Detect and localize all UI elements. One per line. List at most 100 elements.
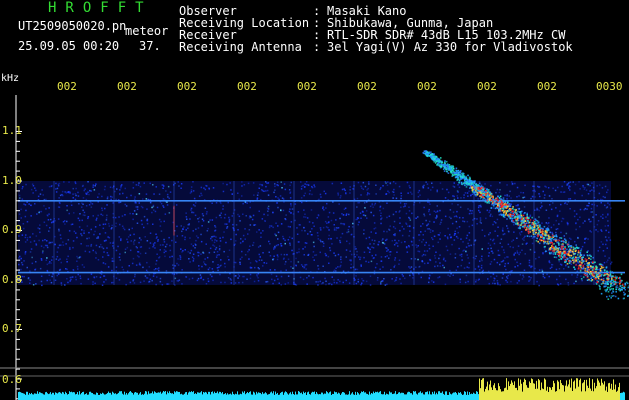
meteor-pixel [588, 269, 590, 271]
meteor-pixel [520, 222, 523, 225]
meteor-pixel [622, 297, 625, 300]
meteor-pixel [443, 165, 445, 167]
level-bar [403, 392, 404, 400]
noise-pixel [111, 224, 113, 227]
noise-pixel [87, 181, 89, 183]
noise-pixel [257, 246, 260, 248]
noise-pixel [547, 187, 550, 189]
noise-pixel [58, 197, 60, 199]
noise-pixel [276, 181, 279, 183]
noise-pixel [556, 278, 558, 281]
level-bar [75, 394, 76, 400]
meteor-pixel [459, 171, 461, 174]
level-bar [364, 392, 365, 400]
noise-pixel [257, 280, 260, 282]
noise-pixel [247, 250, 249, 253]
noise-pixel [468, 266, 470, 269]
meteor-pixel [466, 179, 469, 182]
level-bar [468, 394, 469, 400]
noise-pixel [429, 213, 431, 216]
meteor-pixel [526, 225, 528, 227]
noise-pixel [42, 194, 44, 196]
noise-pixel [555, 207, 557, 209]
noise-pixel [432, 281, 435, 283]
meteor-pixel [540, 231, 543, 234]
meteor-pixel [539, 234, 541, 236]
level-bar [512, 382, 513, 400]
noise-pixel [555, 219, 557, 222]
noise-pixel [550, 226, 553, 229]
noise-pixel [106, 196, 109, 198]
noise-pixel [216, 251, 219, 253]
bottom-level-bar [18, 378, 625, 400]
noise-pixel [564, 202, 567, 204]
noise-pixel [421, 241, 423, 243]
noise-pixel [144, 236, 146, 238]
noise-pixel [565, 278, 567, 281]
noise-pixel [355, 282, 358, 285]
noise-pixel [155, 283, 157, 286]
noise-pixel [127, 241, 129, 243]
noise-pixel [208, 267, 211, 269]
meteor-pixel [582, 259, 584, 262]
level-bar [191, 391, 192, 400]
noise-pixel [345, 256, 347, 258]
noise-pixel [322, 265, 324, 267]
noise-pixel [187, 227, 189, 229]
noise-pixel [486, 209, 489, 212]
noise-pixel [45, 208, 47, 210]
noise-pixel [57, 185, 60, 187]
noise-pixel [69, 248, 71, 250]
noise-pixel [610, 207, 612, 209]
noise-pixel [75, 194, 77, 197]
noise-pixel [367, 187, 369, 190]
level-bar [587, 385, 588, 400]
level-bar [214, 391, 215, 400]
level-bar [529, 381, 530, 400]
noise-pixel [122, 268, 125, 271]
field-value-antenna: 3el Yagi(V) Az 330 for Vladivostok [327, 40, 573, 54]
noise-pixel [338, 203, 340, 205]
meteor-pixel [599, 268, 602, 270]
noise-pixel [424, 244, 426, 246]
level-bar [540, 390, 541, 400]
noise-pixel [265, 185, 267, 188]
meteor-pixel [515, 212, 517, 214]
noise-pixel [71, 276, 74, 278]
noise-pixel [224, 213, 227, 216]
noise-pixel [506, 198, 508, 200]
noise-pixel [307, 184, 310, 186]
noise-pixel [553, 224, 555, 226]
noise-pixel [317, 268, 320, 270]
noise-pixel [361, 282, 363, 284]
noise-pixel [600, 215, 602, 218]
level-bar [617, 390, 618, 400]
noise-pixel [400, 192, 402, 194]
noise-pixel [491, 215, 494, 218]
noise-pixel [506, 195, 508, 198]
meteor-pixel [575, 256, 577, 258]
level-bar [289, 393, 290, 400]
noise-pixel [121, 225, 124, 227]
meteor-pixel [497, 201, 500, 203]
level-bar [557, 380, 558, 400]
level-bar [182, 394, 183, 400]
level-bar [174, 391, 175, 400]
meteor-pixel [620, 273, 623, 276]
noise-pixel [282, 237, 285, 240]
noise-pixel [106, 252, 109, 254]
noise-pixel [269, 243, 271, 245]
noise-pixel [528, 276, 530, 278]
noise-pixel [146, 240, 149, 242]
level-bar [217, 391, 218, 400]
noise-pixel [317, 284, 319, 286]
noise-pixel [228, 220, 231, 222]
level-bar [605, 390, 606, 400]
level-bar [558, 381, 559, 400]
noise-pixel [405, 246, 408, 248]
level-bar [539, 380, 540, 400]
noise-pixel [66, 209, 68, 212]
noise-pixel [247, 182, 250, 185]
noise-pixel [115, 249, 118, 252]
meteor-pixel [527, 230, 530, 233]
